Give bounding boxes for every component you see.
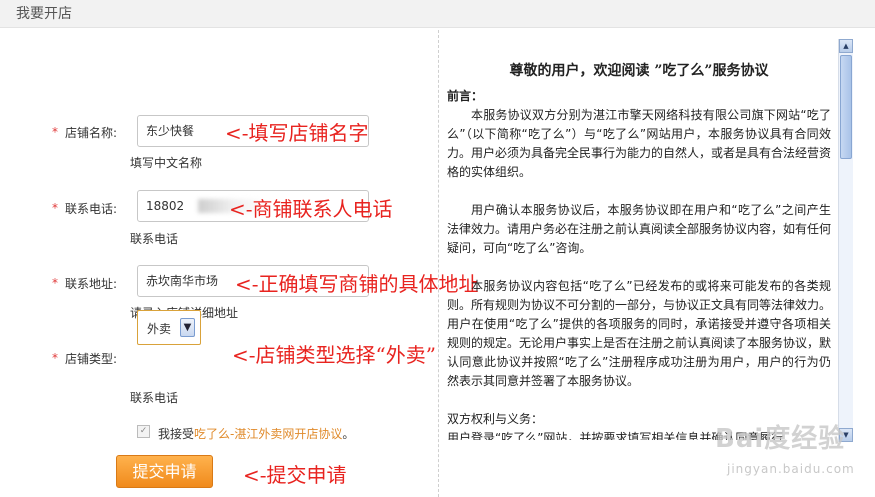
shop-name-hint: 填写中文名称 xyxy=(130,156,203,170)
shop-name-value: 东少快餐 xyxy=(146,124,195,138)
phone-value: 18802 xyxy=(146,199,185,213)
phone-hint: 联系电话 xyxy=(130,232,179,246)
agree-prefix: 我接受 xyxy=(158,427,195,441)
phone-label: 联系电话: xyxy=(65,202,118,216)
agreement-scrollbar[interactable]: ▲ ▼ xyxy=(838,39,853,442)
annotation-address: <-正确填写商铺的具体地址 xyxy=(235,272,479,296)
annotation-shop-name: <-填写店铺名字 xyxy=(225,121,369,145)
annotation-phone: <-商铺联系人电话 xyxy=(229,197,393,221)
watermark: Bai度经验 jingyan.baidu.com xyxy=(715,418,865,490)
agreement-paragraph: 本服务协议双方分别为湛江市擎天网络科技有限公司旗下网站“吃了么”（以下简称“吃了… xyxy=(447,108,831,179)
shop-type-label: 店铺类型: xyxy=(65,352,118,366)
agreement-title: 尊敬的用户，欢迎阅读 ”吃了么”服务协议 xyxy=(509,63,769,79)
agreement-paragraph: 本服务协议内容包括“吃了么”已经发布的或将来可能发布的各类规则。所有规则为协议不… xyxy=(447,279,831,388)
page-title: 我要开店 xyxy=(16,6,72,22)
agree-text: 我接受吃了么-湛江外卖网开店协议。 xyxy=(158,425,354,442)
watermark-url: jingyan.baidu.com xyxy=(727,462,855,476)
panel-divider xyxy=(438,30,439,497)
shop-type-hint: 联系电话 xyxy=(130,391,179,405)
required-mark: * xyxy=(52,351,58,365)
required-mark: * xyxy=(52,125,58,139)
agreement-paragraph: 用户确认本服务协议后，本服务协议即在用户和“吃了么”之间产生法律效力。请用户务必… xyxy=(447,203,831,255)
agreement-panel[interactable]: 尊敬的用户，欢迎阅读 ”吃了么”服务协议 前言： 本服务协议双方分别为湛江市擎天… xyxy=(447,58,831,440)
required-mark: * xyxy=(52,201,58,215)
shop-type-select[interactable]: 外卖 ▼ xyxy=(137,310,201,345)
address-value: 赤坎南华市场 xyxy=(146,274,219,288)
agree-suffix: 。 xyxy=(342,427,355,441)
shop-type-selected: 外卖 xyxy=(147,322,172,336)
required-mark: * xyxy=(52,276,58,290)
submit-button[interactable]: 提交申请 xyxy=(116,455,213,488)
watermark-logo: Bai度经验 xyxy=(715,424,846,454)
scroll-up-icon[interactable]: ▲ xyxy=(839,39,853,53)
agreement-link[interactable]: 吃了么-湛江外卖网开店协议 xyxy=(194,427,342,441)
agree-checkbox[interactable]: ✓ xyxy=(137,425,150,438)
chevron-down-icon[interactable]: ▼ xyxy=(180,318,195,337)
annotation-submit: <-提交申请 xyxy=(243,463,347,487)
scrollbar-thumb[interactable] xyxy=(840,55,852,159)
shop-name-label: 店铺名称: xyxy=(65,126,118,140)
address-label: 联系地址: xyxy=(65,277,118,291)
annotation-shop-type: <-店铺类型选择“外卖” xyxy=(232,343,436,367)
preface-label: 前言： xyxy=(447,89,484,103)
page-header: 我要开店 xyxy=(0,0,875,28)
